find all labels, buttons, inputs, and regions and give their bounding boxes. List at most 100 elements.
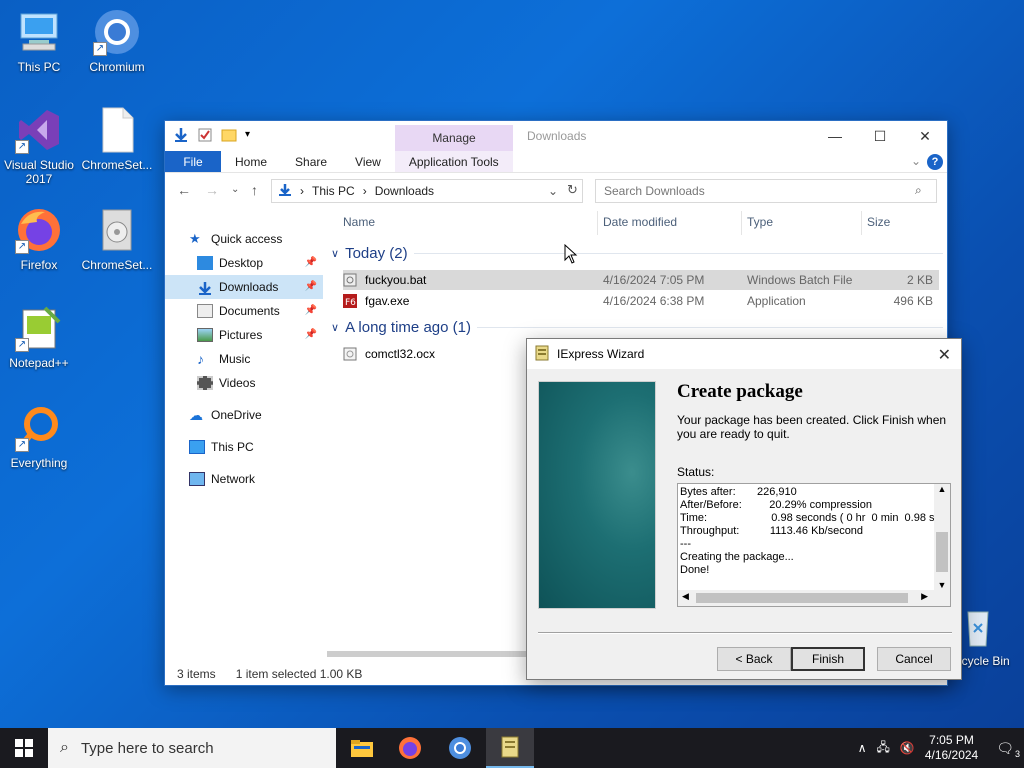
close-icon[interactable]: ✕	[915, 127, 935, 145]
breadcrumb-separator: ›	[300, 184, 304, 198]
new-folder-icon[interactable]	[221, 127, 237, 143]
table-row[interactable]: F6 fgav.exe 4/16/2024 6:38 PM Applicatio…	[343, 291, 939, 311]
column-header-date[interactable]: Date modified	[603, 215, 677, 229]
close-icon[interactable]: ✕	[938, 345, 951, 365]
desktop-icon-notepadpp[interactable]: ↗ Notepad++	[1, 304, 77, 370]
nav-music[interactable]: ♪ Music	[165, 347, 323, 371]
desktop-icon-label: This PC	[17, 60, 61, 74]
help-icon[interactable]: ?	[927, 154, 943, 170]
tab-home[interactable]: Home	[221, 151, 281, 172]
scroll-thumb[interactable]	[696, 593, 908, 603]
taskbar-firefox[interactable]	[386, 728, 434, 768]
group-header[interactable]: ∨ Today (2)	[331, 245, 943, 262]
taskbar-search-input[interactable]: ⌕ Type here to search	[48, 728, 336, 768]
finish-button[interactable]: Finish	[791, 647, 865, 671]
nav-videos[interactable]: Videos	[165, 371, 323, 395]
cancel-button[interactable]: Cancel	[877, 647, 951, 671]
refresh-icon[interactable]: ↻	[567, 182, 578, 198]
back-button[interactable]: < Back	[717, 647, 791, 671]
chevron-down-icon[interactable]: ⌄	[911, 154, 921, 168]
pin-icon[interactable]: 📌	[305, 275, 317, 299]
desktop-icon-everything[interactable]: ↗ Everything	[1, 404, 77, 470]
taskbar-chromium[interactable]	[436, 728, 484, 768]
file-name: fgav.exe	[365, 294, 410, 308]
desktop-icon-firefox[interactable]: ↗ Firefox	[1, 206, 77, 272]
group-header[interactable]: ∨ A long time ago (1)	[331, 319, 943, 336]
pin-icon[interactable]: 📌	[305, 299, 317, 323]
tab-view[interactable]: View	[341, 151, 395, 172]
horizontal-scrollbar[interactable]	[327, 651, 537, 657]
log-line: Creating the package...	[680, 551, 794, 563]
properties-icon[interactable]	[197, 127, 213, 143]
file-size: 496 KB	[893, 294, 933, 308]
scroll-left-icon[interactable]: ◀	[682, 591, 689, 602]
iexpress-wizard-dialog[interactable]: IExpress Wizard ✕ Create package Your pa…	[526, 338, 962, 680]
desktop-icon-label: Chromium	[89, 60, 145, 74]
desktop-icon-chromesetup-2[interactable]: ChromeSet...	[79, 206, 155, 272]
up-arrow-icon[interactable]: ↑	[251, 182, 258, 198]
nav-network[interactable]: Network	[165, 467, 323, 491]
title-bar[interactable]: ▾ Manage Downloads — ☐ ✕	[165, 121, 947, 151]
scroll-up-icon[interactable]: ▲	[934, 484, 950, 494]
download-arrow-icon	[173, 127, 189, 143]
nav-this-pc[interactable]: This PC	[165, 435, 323, 459]
nav-desktop[interactable]: Desktop 📌	[165, 251, 323, 275]
vertical-scrollbar[interactable]: ▲ ▼	[934, 484, 950, 590]
start-button[interactable]	[0, 728, 48, 768]
scroll-right-icon[interactable]: ▶	[921, 591, 928, 602]
dialog-title-bar[interactable]: IExpress Wizard ✕	[527, 339, 961, 369]
log-line: Done!	[680, 564, 710, 576]
nav-onedrive[interactable]: ☁ OneDrive	[165, 403, 323, 427]
maximize-icon[interactable]: ☐	[870, 127, 890, 145]
firefox-icon	[399, 737, 421, 759]
desktop-icon-chromium[interactable]: ↗ Chromium	[79, 8, 155, 74]
column-header-size[interactable]: Size	[867, 215, 890, 229]
file-size: 2 KB	[906, 273, 933, 287]
column-header-type[interactable]: Type	[747, 215, 773, 229]
network-icon[interactable]: 🖧	[876, 738, 889, 759]
tab-manage[interactable]: Manage	[395, 125, 513, 151]
pin-icon[interactable]: 📌	[305, 323, 317, 347]
clock-time: 7:05 PM	[929, 733, 974, 747]
magnifier-icon: ↗	[15, 404, 63, 452]
nav-label: OneDrive	[211, 408, 262, 422]
search-icon[interactable]: ⌕	[915, 183, 922, 198]
breadcrumb-this-pc[interactable]: This PC	[312, 184, 355, 198]
nav-downloads[interactable]: Downloads 📌	[165, 275, 323, 299]
minimize-icon[interactable]: —	[825, 127, 845, 145]
desktop-icon-chromesetup-1[interactable]: ChromeSet...	[79, 106, 155, 172]
chevron-up-icon[interactable]: ∧	[858, 741, 867, 755]
address-bar[interactable]: › This PC › Downloads ⌄	[271, 179, 583, 203]
horizontal-scrollbar[interactable]: ◀ ▶	[678, 590, 950, 606]
notification-icon[interactable]: 🗨 3	[996, 740, 1020, 759]
scroll-thumb[interactable]	[936, 532, 948, 572]
scroll-down-icon[interactable]: ▼	[934, 580, 950, 590]
clock[interactable]: 7:05 PM 4/16/2024	[925, 733, 978, 763]
taskbar-iexpress[interactable]	[486, 728, 534, 768]
status-log[interactable]: Bytes after: 226,910 After/Before: 20.29…	[677, 483, 951, 607]
recent-locations-icon[interactable]: ⌄	[231, 184, 239, 195]
desktop-icon-this-pc[interactable]: This PC	[1, 8, 77, 74]
tab-application-tools[interactable]: Application Tools	[394, 151, 513, 172]
tab-share[interactable]: Share	[281, 151, 341, 172]
pin-icon[interactable]: 📌	[305, 251, 317, 275]
volume-muted-icon[interactable]: 🔇	[900, 741, 915, 755]
nav-pictures[interactable]: Pictures 📌	[165, 323, 323, 347]
chevron-down-icon[interactable]: ⌄	[548, 184, 558, 198]
tab-file[interactable]: File	[165, 151, 221, 172]
dialog-title: IExpress Wizard	[557, 347, 645, 361]
computer-icon	[15, 8, 63, 56]
search-input[interactable]: Search Downloads	[595, 179, 937, 203]
nav-documents[interactable]: Documents 📌	[165, 299, 323, 323]
table-row[interactable]: fuckyou.bat 4/16/2024 7:05 PM Windows Ba…	[343, 270, 939, 290]
desktop-icon-visual-studio[interactable]: ↗ Visual Studio 2017	[1, 106, 77, 186]
taskbar-file-explorer[interactable]	[338, 728, 386, 768]
log-line: Throughput: 1113.46 Kb/second	[680, 525, 864, 537]
column-header-name[interactable]: Name	[343, 215, 375, 229]
selection-info: 1 item selected 1.00 KB	[235, 667, 363, 681]
nav-quick-access[interactable]: ★ Quick access	[165, 227, 323, 251]
forward-arrow-icon[interactable]: →	[205, 182, 219, 198]
chevron-down-icon[interactable]: ▾	[245, 127, 261, 143]
breadcrumb-downloads[interactable]: Downloads	[375, 184, 434, 198]
back-arrow-icon[interactable]: ←	[177, 182, 191, 198]
